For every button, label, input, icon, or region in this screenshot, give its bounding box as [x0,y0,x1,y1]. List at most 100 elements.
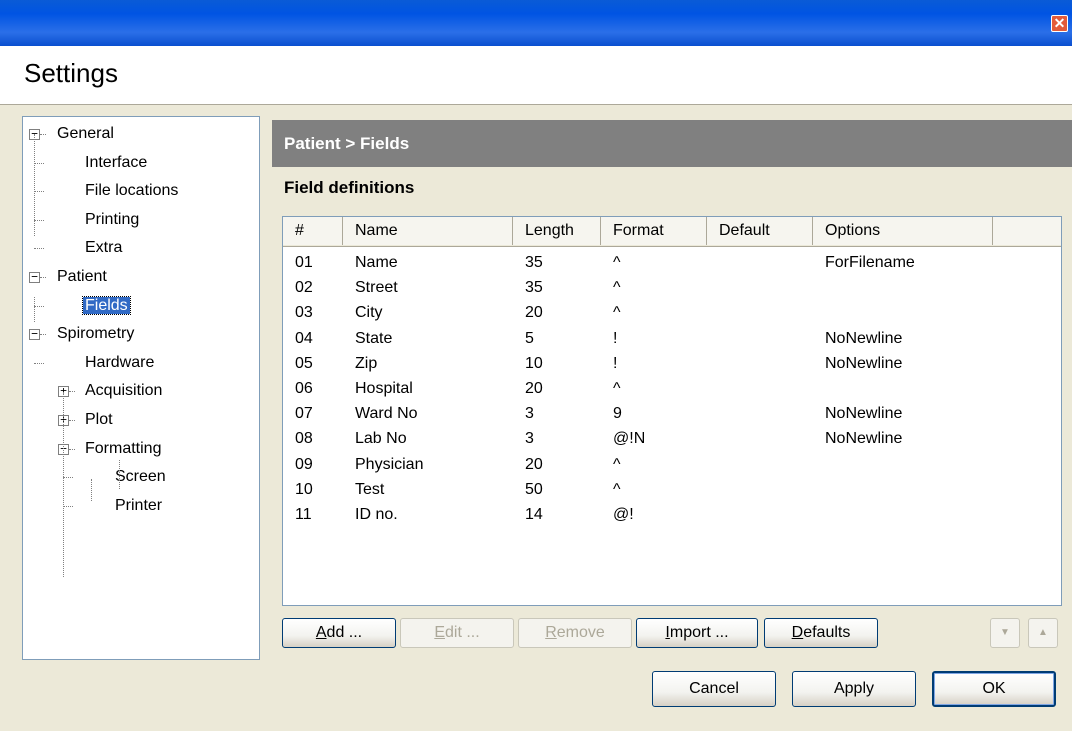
defaults-button[interactable]: Defaults [764,618,878,648]
remove-button[interactable]: Remove [518,618,632,648]
table-cell: NoNewline [825,405,903,423]
tree-item-label: Printer [115,496,163,514]
arrow-up-icon: ▲ [1038,627,1048,638]
table-cell: ForFilename [825,254,915,271]
section-subtitle: Field definitions [284,178,415,197]
table-cell: 04 [295,329,313,347]
table-row[interactable]: 06 Hospital 20 ^ [283,376,1061,401]
column-header[interactable]: Name [343,217,513,245]
tree-item-acquisition[interactable]: Acquisition [83,380,164,402]
tree-item-file-locations[interactable]: File locations [83,180,180,202]
table-row[interactable]: 07 Ward No 3 9 NoNewline [283,401,1061,426]
table-cell: 05 [295,354,313,372]
field-definitions-table[interactable]: # Name Length Format Default Options 01 Name 35… [282,216,1062,606]
table-cell: 14 [525,506,543,523]
table-cell: 35 [525,254,543,271]
table-row[interactable]: 02 Street 35 ^ [283,275,1061,300]
add-button[interactable]: Add ... [282,618,396,648]
tree-connector [40,277,46,278]
add-label: dd ... [326,624,363,641]
table-cell: NoNewline [825,329,903,347]
content-panel: Patient > Fields Field definitions # Name… [272,116,1072,660]
section-title: Patient > Fields [272,120,1072,167]
table-cell: 06 [295,380,313,397]
title-bar: ✕ [0,0,1072,46]
column-header[interactable]: Options [813,217,993,245]
column-header[interactable]: Length [513,217,601,245]
table-cell: ^ [613,279,621,297]
tree-connector [63,477,73,479]
table-cell: @!N [613,430,646,448]
tree-connector [34,162,44,164]
table-row[interactable]: 09 Physician 20 ^ [283,452,1061,477]
table-cell: Physician [355,455,424,473]
settings-tree[interactable]: General − Interface File locations Printing E… [22,116,260,660]
table-cell: 08 [295,430,313,448]
tree-item-plot[interactable]: Plot [83,409,115,431]
defaults-mnemonic: D [791,624,804,641]
dialog-header: Settings [0,46,1072,105]
remove-label: emove [556,624,605,641]
move-up-button[interactable]: ▲ [1028,618,1058,648]
tree-item-label: Screen [115,468,166,486]
table-row[interactable]: 10 Test 50 ^ [283,477,1061,502]
import-button[interactable]: Import ... [636,618,758,648]
table-cell: ! [613,354,618,372]
tree-connector [40,334,46,336]
table-cell: ^ [613,380,621,397]
collapse-icon[interactable]: − [29,328,40,341]
tree-connector [69,420,75,421]
table-cell: 10 [295,480,313,498]
table-cell: Hospital [355,380,413,397]
tree-item-interface[interactable]: Interface [83,152,149,174]
tree-item-extra[interactable]: Extra [83,237,124,259]
tree-item-formatting[interactable]: Formatting [83,438,163,460]
column-header[interactable]: Default [707,217,813,245]
move-down-button[interactable]: ▼ [990,618,1020,648]
tree-item-general[interactable]: General [55,123,116,145]
page-title: Settings [24,58,118,88]
table-cell: Street [355,279,398,297]
edit-mnemonic: E [434,624,445,641]
tree-connector [34,219,44,221]
tree-item-printing[interactable]: Printing [83,209,141,231]
table-cell: 10 [525,354,543,372]
table-cell: Name [355,254,398,271]
table-cell: 03 [295,304,313,322]
arrow-down-icon: ▼ [1000,627,1010,638]
close-icon[interactable]: ✕ [1051,15,1068,32]
tree-item-label: File locations [85,182,179,200]
table-row[interactable]: 04 State 5! NoNewline [283,326,1061,351]
column-header[interactable]: Format [601,217,707,245]
cancel-button[interactable]: Cancel [652,671,776,707]
ok-button[interactable]: OK [932,671,1056,707]
collapse-icon[interactable]: − [29,271,40,283]
tree-item-spirometry[interactable]: Spirometry [55,323,136,345]
tree-item-fields[interactable]: Fields [82,295,131,317]
table-cell: 11 [295,506,312,523]
table-cell: City [355,304,383,322]
apply-button[interactable]: Apply [792,671,916,707]
column-header[interactable]: # [283,217,343,245]
tree-connector [34,134,35,236]
tree-connector [34,248,44,250]
tree-item-printer[interactable]: Printer [113,495,164,517]
table-row[interactable]: 08 Lab No 3 @!N NoNewline [283,426,1061,451]
tree-item-hardware[interactable]: Hardware [83,352,156,374]
edit-label: dit ... [444,624,480,641]
tree-item-label: Printing [85,210,140,228]
table-cell: NoNewline [825,354,903,372]
add-mnemonic: A [315,624,327,641]
table-row[interactable]: 01 Name 35 ^ ForFilename [283,250,1061,275]
tree-item-patient[interactable]: Patient [55,266,109,288]
tree-item-screen[interactable]: Screen [113,466,168,488]
table-row[interactable]: 11 ID no. 14 @! [283,502,1061,527]
table-cell: Test [355,480,385,498]
table-row[interactable]: 03 City 20 ^ [283,300,1061,325]
table-cell: 02 [295,279,313,297]
tree-item-label: Hardware [85,353,155,371]
table-cell: ^ [613,254,621,271]
table-row[interactable]: 05 Zip 10! NoNewline [283,351,1061,376]
remove-mnemonic: R [545,624,557,641]
edit-button[interactable]: Edit ... [400,618,514,648]
